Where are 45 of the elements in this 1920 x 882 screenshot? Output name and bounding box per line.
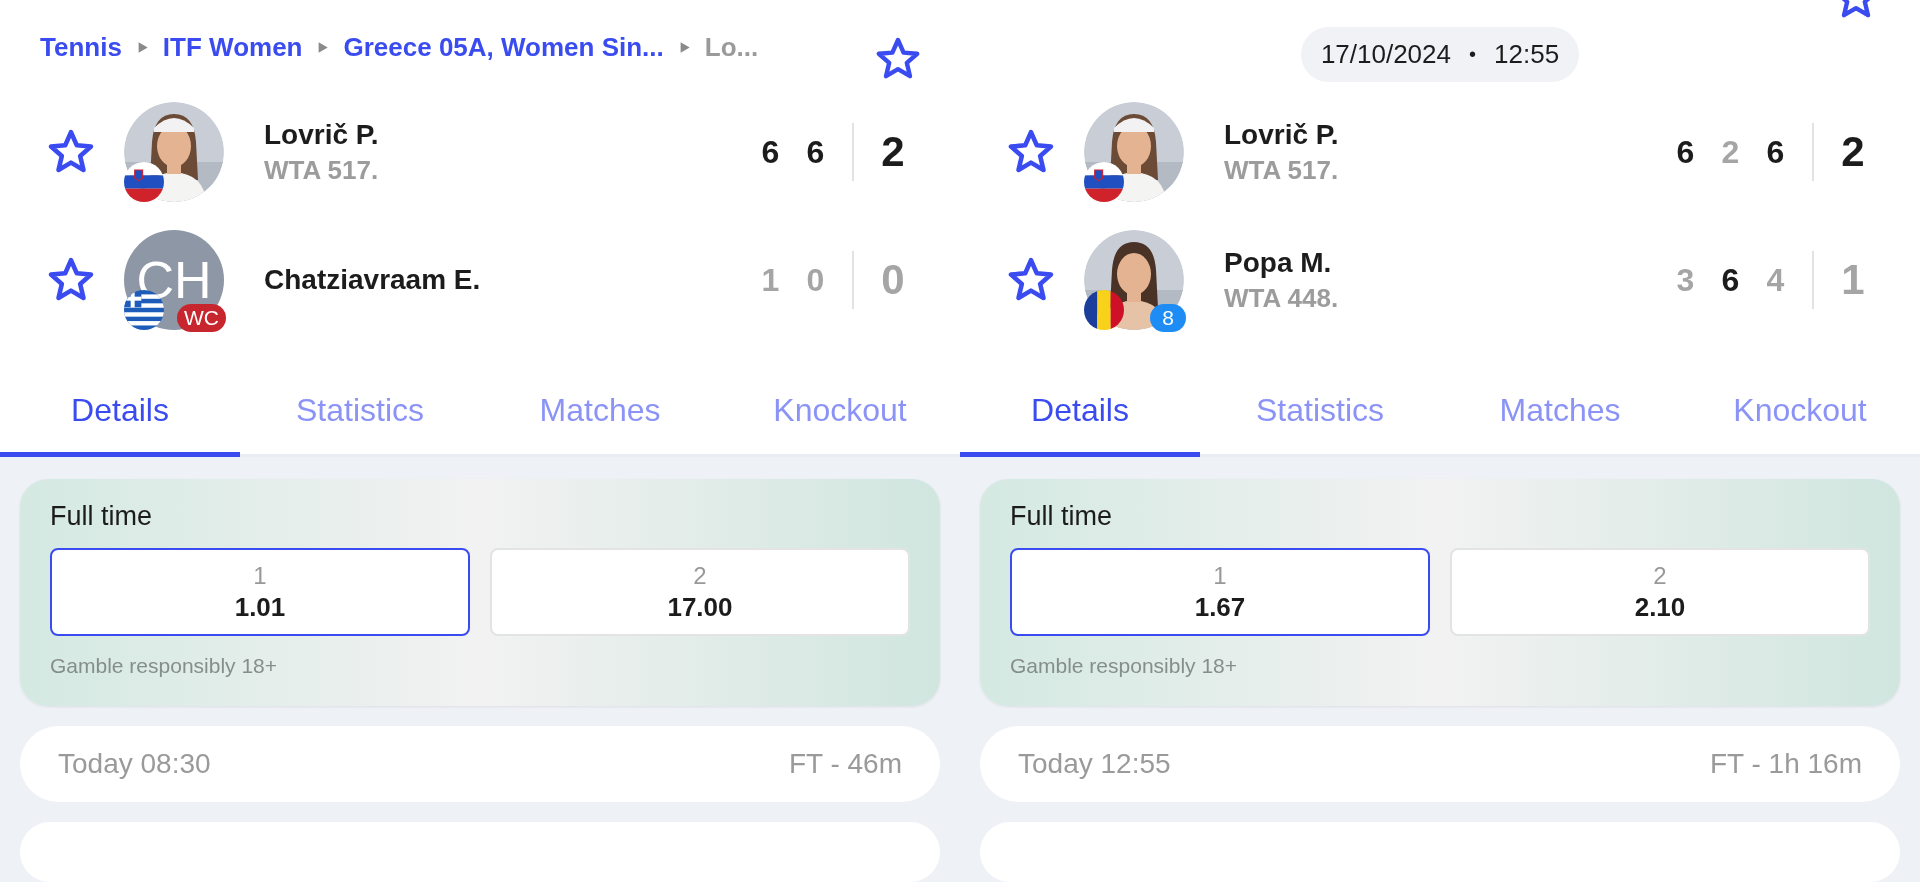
match-score: 1 — [1840, 256, 1866, 305]
match-time: 12:55 — [1494, 39, 1560, 70]
set-score: 2 — [1720, 133, 1741, 171]
player-name[interactable]: Lovrič P. — [1224, 118, 1663, 151]
set-score: 1 — [760, 261, 781, 299]
flag-icon — [1084, 162, 1124, 203]
odds-button[interactable]: 2 17.00 — [490, 548, 910, 636]
match-date: 17/10/2024 — [1320, 39, 1451, 70]
set-score: 6 — [805, 133, 826, 171]
player-ranking: WTA 517. — [264, 154, 380, 186]
set-score: 0 — [805, 261, 826, 299]
player-name[interactable]: Popa M. — [1224, 246, 1663, 279]
separator-dot: • — [1469, 43, 1477, 66]
odds-button[interactable]: 1 1.67 — [1010, 548, 1430, 636]
player-ranking: WTA 517. — [1224, 154, 1340, 186]
disclaimer-text: Gamble responsibly 18+ — [50, 654, 279, 678]
set-score: 4 — [1765, 261, 1786, 299]
match-score: 0 — [880, 256, 906, 305]
start-time: Today 08:30 — [58, 748, 211, 780]
match-score: 2 — [880, 128, 906, 177]
match-duration: FT - 46m — [788, 748, 902, 780]
odds-button[interactable]: 1 1.01 — [50, 548, 470, 636]
flag-icon — [1084, 290, 1124, 331]
set-score: 6 — [1720, 261, 1741, 299]
breadcrumb-link[interactable]: Tennis — [40, 32, 122, 63]
breadcrumb-link[interactable]: Greece 05A, Women Sin... — [343, 32, 664, 63]
match-duration: FT - 1h 16m — [1710, 748, 1862, 780]
set-score: 3 — [1675, 261, 1696, 299]
odds-button[interactable]: 2 2.10 — [1450, 548, 1870, 636]
breadcrumb-link[interactable]: ITF Women — [162, 32, 303, 63]
set-score: 6 — [760, 133, 781, 171]
set-score: 6 — [1675, 133, 1696, 171]
flag-icon — [124, 162, 164, 203]
odds-title: Full time — [1010, 501, 1113, 532]
chevron-right-icon — [316, 41, 330, 54]
start-time: Today 12:55 — [1018, 748, 1171, 780]
player-name[interactable]: Chatziavraam E. — [264, 264, 748, 297]
set-score: 6 — [1765, 133, 1786, 171]
match-score: 2 — [1840, 128, 1866, 177]
player-badge: 8 — [1150, 304, 1186, 333]
odds-title: Full time — [50, 501, 153, 532]
player-name[interactable]: Lovrič P. — [264, 118, 748, 151]
player-badge: WC — [177, 304, 226, 333]
disclaimer-text: Gamble responsibly 18+ — [1010, 654, 1239, 678]
player-ranking: WTA 448. — [1224, 282, 1340, 314]
